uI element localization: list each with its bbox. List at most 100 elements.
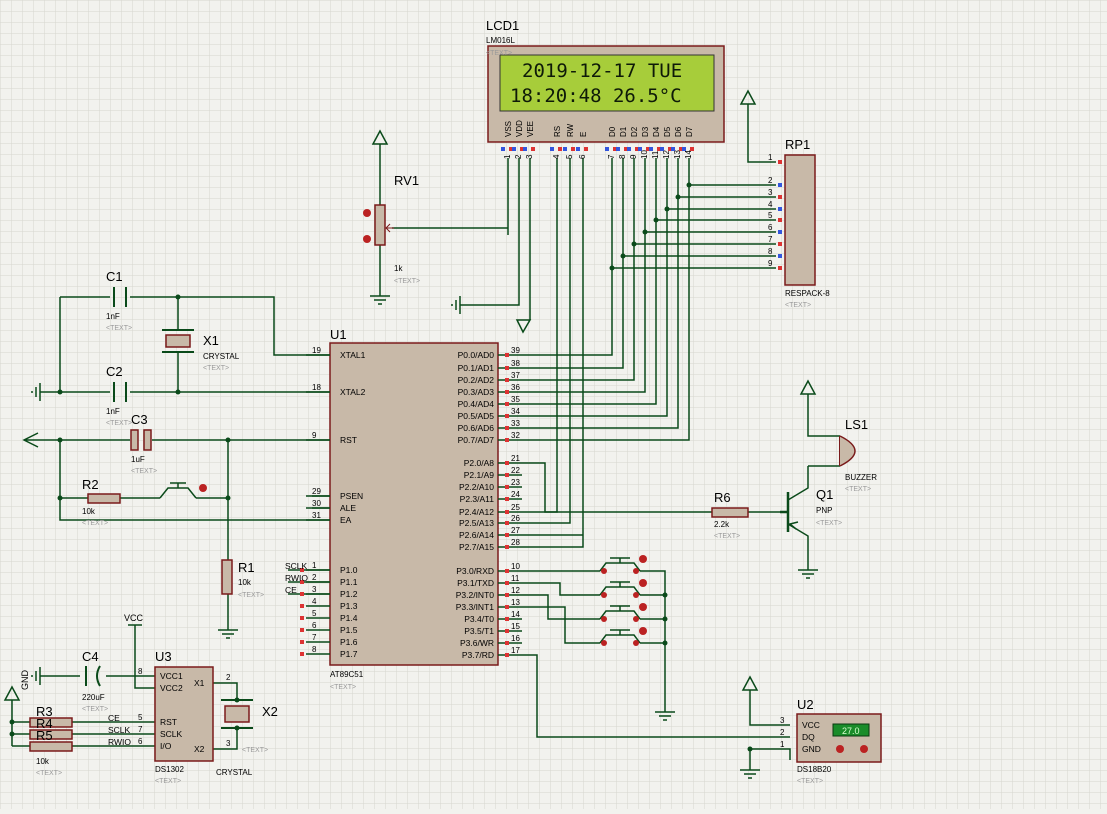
pin-marker bbox=[501, 147, 505, 151]
u1-net-label: SCLK bbox=[285, 561, 308, 571]
vcc-label: VCC bbox=[124, 613, 144, 623]
ls1-part: BUZZER bbox=[845, 473, 877, 482]
rv1-body[interactable] bbox=[374, 204, 386, 246]
pin-marker bbox=[660, 147, 664, 151]
r5-body bbox=[29, 741, 73, 752]
q1-text-placeholder: <TEXT> bbox=[816, 520, 842, 527]
pin-marker bbox=[505, 485, 509, 489]
u1-pin-name: RST bbox=[340, 435, 357, 445]
u3-pin-num: 8 bbox=[138, 667, 143, 676]
x1-body[interactable] bbox=[165, 334, 191, 348]
u2-up-button[interactable] bbox=[860, 745, 868, 753]
u1-pin-name: P1.2 bbox=[340, 589, 358, 599]
button-actuator[interactable] bbox=[639, 603, 647, 611]
u1-pin-num: 30 bbox=[312, 499, 321, 508]
lcd-pin-label: D2 bbox=[630, 126, 639, 137]
lcd-pin-num: 3 bbox=[525, 154, 534, 159]
u2-part: DS18B20 bbox=[797, 765, 832, 774]
u1-pin-name: P2.3/A11 bbox=[460, 494, 495, 504]
u1-pin-name: P1.4 bbox=[340, 613, 358, 623]
u1-pin-name: P1.5 bbox=[340, 625, 358, 635]
u1-pin-num: 16 bbox=[511, 634, 520, 643]
pin-marker bbox=[671, 147, 675, 151]
c3-plate-a[interactable] bbox=[130, 429, 139, 451]
u3-net-label: CE bbox=[108, 713, 120, 723]
u3-text-placeholder: <TEXT> bbox=[155, 778, 181, 785]
u1-pin-num: 22 bbox=[511, 466, 520, 475]
rp1-pin-num: 8 bbox=[768, 247, 773, 256]
u1-pin-name: P3.2/INT0 bbox=[456, 590, 495, 600]
button-actuator[interactable] bbox=[639, 627, 647, 635]
pin-marker bbox=[558, 147, 562, 151]
rp1-pin-num: 3 bbox=[768, 188, 773, 197]
x2-part: CRYSTAL bbox=[216, 768, 253, 777]
u1-pin-num: 26 bbox=[511, 514, 520, 523]
x1-text-placeholder: <TEXT> bbox=[203, 365, 229, 372]
pin-marker bbox=[531, 147, 535, 151]
u1-pin-num: 39 bbox=[511, 346, 520, 355]
u1-pin-num: 28 bbox=[511, 538, 520, 547]
u1-pin-name: P2.1/A9 bbox=[464, 470, 495, 480]
c2-text-placeholder: <TEXT> bbox=[106, 420, 132, 427]
rp1-ref: RP1 bbox=[785, 137, 810, 152]
pin-marker bbox=[505, 414, 509, 418]
c1-ref: C1 bbox=[106, 269, 123, 284]
c3-ref: C3 bbox=[131, 412, 148, 427]
c4-value: 220uF bbox=[82, 693, 105, 702]
u3-pin-name: RST bbox=[160, 717, 177, 727]
r2-ref: R2 bbox=[82, 477, 99, 492]
x1-part: CRYSTAL bbox=[203, 352, 240, 361]
u3-pin-name: VCC2 bbox=[160, 683, 183, 693]
lcd-pin-label: D3 bbox=[641, 126, 650, 137]
u1-pin-name: P0.5/AD5 bbox=[458, 411, 495, 421]
lcd-text-placeholder: <TEXT> bbox=[486, 50, 512, 57]
u1-pin-num: 32 bbox=[511, 431, 520, 440]
rv1-up-button[interactable] bbox=[363, 209, 371, 217]
u1-pin-name: P3.1/TXD bbox=[457, 578, 494, 588]
pin-marker bbox=[505, 581, 509, 585]
u1-pin-num: 36 bbox=[511, 383, 520, 392]
rp1-part: RESPACK-8 bbox=[785, 289, 830, 298]
r5-value: 10k bbox=[36, 757, 50, 766]
x2-body[interactable] bbox=[224, 705, 250, 723]
u2-down-button[interactable] bbox=[836, 745, 844, 753]
u1-pin-num: 8 bbox=[312, 645, 317, 654]
lcd-pin-label: D7 bbox=[685, 126, 694, 137]
u3-pin-num: 3 bbox=[226, 739, 231, 748]
schematic-svg[interactable]: VCC GND 2019-12-17 TUE 18:20:48 26.5°C L… bbox=[0, 0, 1107, 809]
pin-marker bbox=[778, 230, 782, 234]
r6-value: 2.2k bbox=[714, 520, 730, 529]
pin-marker bbox=[505, 641, 509, 645]
u1-pin-name: P3.4/T0 bbox=[464, 614, 494, 624]
q1-ref: Q1 bbox=[816, 487, 833, 502]
u1-pin-name: P2.2/A10 bbox=[459, 482, 494, 492]
u1-pin-name: P3.6/WR bbox=[460, 638, 494, 648]
lcd-line-1: 2019-12-17 TUE bbox=[522, 60, 682, 82]
u1-pin-name: P0.7/AD7 bbox=[458, 435, 495, 445]
rp1-pin-num: 9 bbox=[768, 259, 773, 268]
rp1-body[interactable] bbox=[784, 154, 816, 286]
u1-pin-name: P3.0/RXD bbox=[456, 566, 494, 576]
u1-pin-num: 37 bbox=[511, 371, 520, 380]
u1-pin-name: P0.2/AD2 bbox=[458, 375, 495, 385]
u1-pin-num: 3 bbox=[312, 585, 317, 594]
r6-ref: R6 bbox=[714, 490, 731, 505]
u1-pin-num: 13 bbox=[511, 598, 520, 607]
lcd-ref: LCD1 bbox=[486, 18, 519, 33]
pin-marker bbox=[300, 616, 304, 620]
schematic-canvas[interactable]: VCC GND 2019-12-17 TUE 18:20:48 26.5°C L… bbox=[0, 0, 1107, 809]
u1-pin-num: 29 bbox=[312, 487, 321, 496]
button-actuator[interactable] bbox=[639, 579, 647, 587]
u1-pin-name: P2.6/A14 bbox=[459, 530, 494, 540]
button-actuator[interactable] bbox=[639, 555, 647, 563]
u1-pin-name: P1.3 bbox=[340, 601, 358, 611]
u1-pin-num: 15 bbox=[511, 622, 520, 631]
c3-plate-b[interactable] bbox=[143, 429, 152, 451]
rv1-down-button[interactable] bbox=[363, 235, 371, 243]
pin-marker bbox=[505, 605, 509, 609]
pin-marker bbox=[523, 147, 527, 151]
pin-marker bbox=[300, 604, 304, 608]
rp1-pin-num: 4 bbox=[768, 200, 773, 209]
pin-marker bbox=[778, 218, 782, 222]
pin-marker bbox=[505, 378, 509, 382]
